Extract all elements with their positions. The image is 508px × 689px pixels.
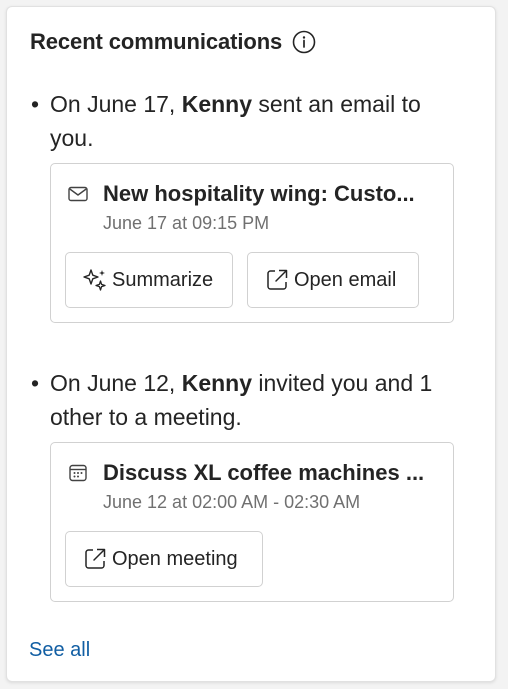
email-card: New hospitality wing: Custo... June 17 a… — [50, 163, 454, 323]
open-external-icon — [264, 267, 290, 293]
open-meeting-button[interactable]: Open meeting — [65, 531, 263, 587]
summarize-label: Summarize — [112, 268, 214, 291]
communication-summary: • On June 17, Kenny sent an email to you… — [29, 87, 459, 155]
communication-summary: • On June 12, Kenny invited you and 1 ot… — [29, 366, 459, 434]
summary-actor: Kenny — [181, 91, 252, 117]
see-all-link[interactable]: See all — [29, 639, 90, 662]
summary-prefix: On June 12, — [50, 370, 182, 396]
meeting-subject[interactable]: Discuss XL coffee machines ... — [103, 460, 437, 486]
open-meeting-label: Open meeting — [112, 547, 238, 570]
recent-communications-panel: Recent communications • On June 17, Kenn… — [6, 6, 496, 682]
open-external-icon — [82, 546, 108, 572]
sparkle-icon — [82, 267, 108, 293]
info-icon[interactable] — [292, 30, 316, 54]
summarize-button[interactable]: Summarize — [65, 252, 233, 308]
bullet: • — [31, 370, 40, 396]
panel-title: Recent communications — [30, 29, 283, 54]
summary-actor: Kenny — [181, 370, 252, 396]
communication-item-email: • On June 17, Kenny sent an email to you… — [29, 87, 459, 323]
summary-prefix: On June 17, — [50, 91, 182, 117]
communication-item-meeting: • On June 12, Kenny invited you and 1 ot… — [29, 366, 459, 602]
meeting-timestamp: June 12 at 02:00 AM - 02:30 AM — [103, 492, 361, 512]
open-email-button[interactable]: Open email — [247, 252, 419, 308]
email-timestamp: June 17 at 09:15 PM — [103, 213, 270, 233]
email-subject[interactable]: New hospitality wing: Custo... — [103, 181, 437, 207]
open-email-label: Open email — [294, 268, 397, 291]
mail-icon — [67, 183, 89, 205]
bullet: • — [31, 91, 40, 117]
meeting-card: Discuss XL coffee machines ... June 12 a… — [50, 442, 454, 602]
calendar-icon — [67, 462, 89, 484]
panel-header: Recent communications — [30, 29, 316, 55]
